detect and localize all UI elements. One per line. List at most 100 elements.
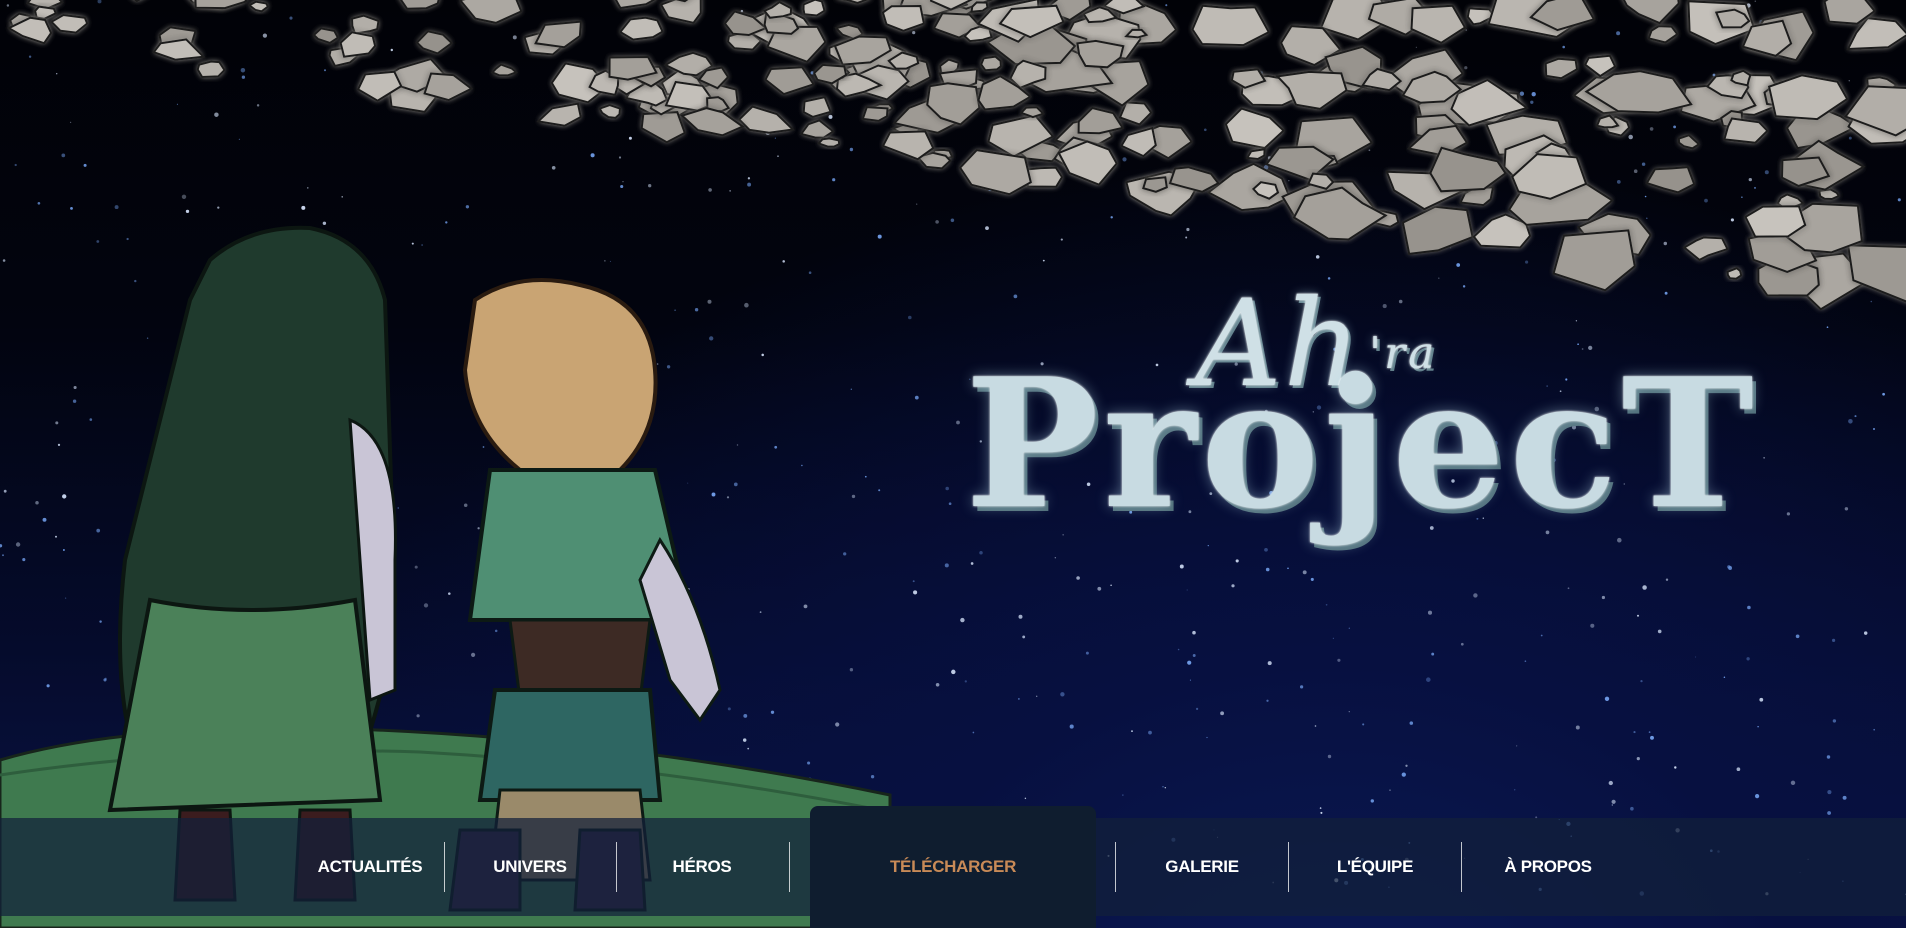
logo-title: ProjecT xyxy=(965,339,1758,548)
star xyxy=(1426,677,1431,682)
star xyxy=(972,731,975,734)
floating-rock xyxy=(1292,186,1388,241)
nav-item-a-propos[interactable]: À PROPOS xyxy=(1468,818,1628,916)
star xyxy=(1162,786,1164,788)
floating-rock xyxy=(1026,166,1064,188)
star xyxy=(1827,790,1832,795)
star xyxy=(964,680,967,683)
heroes-illustration xyxy=(0,225,892,928)
floating-rock xyxy=(1677,134,1701,150)
star xyxy=(1736,767,1741,772)
star xyxy=(1826,755,1831,759)
nav-separator xyxy=(789,842,790,892)
floating-rock xyxy=(1429,146,1507,193)
star xyxy=(1832,638,1836,642)
star xyxy=(1611,799,1616,804)
floating-rock xyxy=(1077,106,1125,135)
floating-rock xyxy=(980,55,1002,72)
star xyxy=(1516,745,1518,747)
nav-item-univers[interactable]: UNIVERS xyxy=(450,818,610,916)
star xyxy=(1648,731,1651,733)
star xyxy=(1148,730,1152,735)
star xyxy=(1759,697,1764,702)
star xyxy=(1327,754,1332,759)
star xyxy=(1431,652,1435,656)
floating-rock xyxy=(958,149,1032,196)
star xyxy=(1362,723,1365,726)
floating-rock xyxy=(1726,267,1743,280)
floating-rock xyxy=(1142,176,1168,193)
star xyxy=(1640,679,1643,683)
star xyxy=(1757,725,1759,728)
star xyxy=(1723,676,1726,678)
nav-item-actualites[interactable]: ACTUALITÉS xyxy=(290,818,450,916)
floating-rock xyxy=(1544,57,1579,80)
hero-banner: Ah'ra ProjecT xyxy=(0,0,1906,928)
nav-item-equipe[interactable]: L'ÉQUIPE xyxy=(1295,818,1455,916)
star xyxy=(1746,657,1750,661)
floating-rock xyxy=(1818,188,1841,201)
star xyxy=(1320,811,1323,814)
floating-rock xyxy=(1723,117,1769,144)
star xyxy=(1832,719,1837,723)
star xyxy=(1763,457,1765,459)
floating-rock xyxy=(1245,148,1266,161)
star xyxy=(1863,631,1868,635)
floating-rock xyxy=(1583,54,1617,78)
star xyxy=(1389,789,1391,791)
floating-rock xyxy=(1118,101,1153,126)
star xyxy=(1790,780,1796,786)
nav-separator xyxy=(1461,842,1462,892)
nav-separator xyxy=(1115,842,1116,892)
star xyxy=(1267,661,1272,666)
floating-rock xyxy=(1119,126,1157,158)
floating-rock xyxy=(1647,25,1679,44)
star xyxy=(1122,794,1124,796)
star xyxy=(1409,721,1414,725)
star xyxy=(1514,789,1516,791)
star xyxy=(1844,507,1849,511)
star xyxy=(1630,806,1634,811)
star xyxy=(1695,656,1697,658)
nav-item-heros[interactable]: HÉROS xyxy=(622,818,782,916)
floating-rock xyxy=(1191,4,1271,47)
nav-item-galerie[interactable]: GALERIE xyxy=(1122,818,1282,916)
star xyxy=(1650,735,1654,740)
nav-separator xyxy=(1288,842,1289,892)
star xyxy=(1187,660,1192,665)
floating-rock xyxy=(1410,4,1467,44)
star xyxy=(1220,711,1225,716)
nav-item-telecharger[interactable]: TÉLÉCHARGER xyxy=(810,806,1096,928)
star xyxy=(1206,736,1208,739)
star xyxy=(1401,772,1406,777)
floating-rock xyxy=(1744,205,1807,238)
star xyxy=(1024,797,1027,800)
game-logo: Ah'ra ProjecT xyxy=(955,285,1754,645)
star xyxy=(1319,807,1322,809)
floating-rock xyxy=(1401,205,1474,256)
floating-rock xyxy=(970,1,989,13)
star xyxy=(1085,651,1089,655)
star xyxy=(1189,679,1191,681)
star xyxy=(1674,766,1677,769)
nav-separator xyxy=(444,842,445,892)
star xyxy=(1575,725,1580,730)
star xyxy=(1873,728,1876,731)
star xyxy=(1611,804,1613,806)
star xyxy=(1177,648,1180,651)
star xyxy=(1195,707,1199,711)
star xyxy=(1348,711,1350,713)
star xyxy=(1266,699,1269,702)
star xyxy=(1405,764,1408,767)
star xyxy=(1314,725,1317,727)
star xyxy=(1370,799,1375,803)
star xyxy=(1131,730,1133,732)
star xyxy=(1524,660,1527,663)
star xyxy=(1848,419,1853,424)
star xyxy=(1164,787,1167,789)
star xyxy=(1036,695,1038,697)
star xyxy=(1060,692,1065,697)
floating-rock xyxy=(1622,0,1680,25)
star xyxy=(1608,780,1613,786)
star xyxy=(1069,724,1074,729)
